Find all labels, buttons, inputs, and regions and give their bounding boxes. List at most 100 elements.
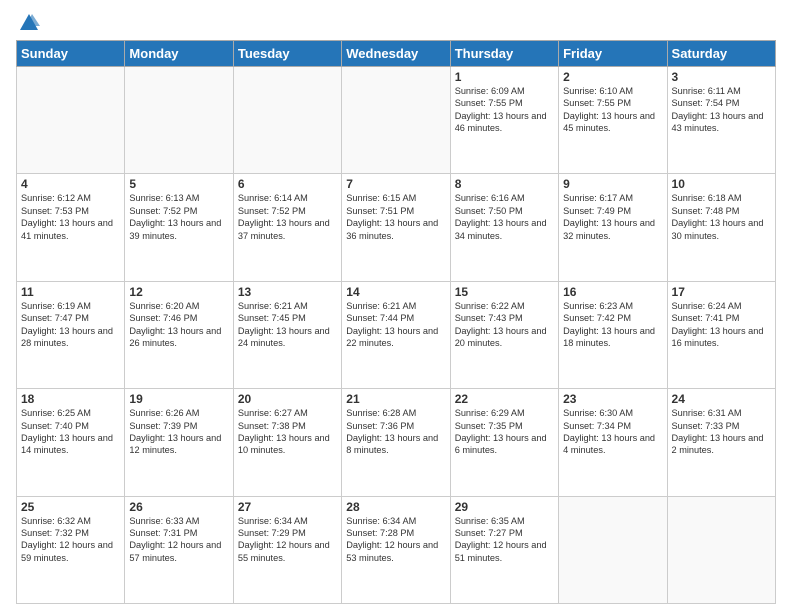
calendar-week-2: 4Sunrise: 6:12 AMSunset: 7:53 PMDaylight… [17, 174, 776, 281]
day-number: 29 [455, 500, 554, 514]
calendar-cell: 20Sunrise: 6:27 AMSunset: 7:38 PMDayligh… [233, 389, 341, 496]
day-info: Sunrise: 6:18 AMSunset: 7:48 PMDaylight:… [672, 192, 771, 242]
day-number: 17 [672, 285, 771, 299]
calendar-cell: 8Sunrise: 6:16 AMSunset: 7:50 PMDaylight… [450, 174, 558, 281]
day-number: 23 [563, 392, 662, 406]
calendar-cell: 15Sunrise: 6:22 AMSunset: 7:43 PMDayligh… [450, 281, 558, 388]
calendar-cell [342, 67, 450, 174]
day-number: 22 [455, 392, 554, 406]
day-header-wednesday: Wednesday [342, 41, 450, 67]
calendar-cell: 2Sunrise: 6:10 AMSunset: 7:55 PMDaylight… [559, 67, 667, 174]
calendar-week-1: 1Sunrise: 6:09 AMSunset: 7:55 PMDaylight… [17, 67, 776, 174]
day-info: Sunrise: 6:32 AMSunset: 7:32 PMDaylight:… [21, 515, 120, 565]
day-info: Sunrise: 6:15 AMSunset: 7:51 PMDaylight:… [346, 192, 445, 242]
calendar-cell: 5Sunrise: 6:13 AMSunset: 7:52 PMDaylight… [125, 174, 233, 281]
calendar-cell [125, 67, 233, 174]
calendar-cell: 21Sunrise: 6:28 AMSunset: 7:36 PMDayligh… [342, 389, 450, 496]
calendar-cell: 7Sunrise: 6:15 AMSunset: 7:51 PMDaylight… [342, 174, 450, 281]
calendar-cell: 9Sunrise: 6:17 AMSunset: 7:49 PMDaylight… [559, 174, 667, 281]
day-number: 9 [563, 177, 662, 191]
logo [16, 12, 40, 34]
day-number: 16 [563, 285, 662, 299]
day-info: Sunrise: 6:12 AMSunset: 7:53 PMDaylight:… [21, 192, 120, 242]
day-number: 1 [455, 70, 554, 84]
calendar-cell: 3Sunrise: 6:11 AMSunset: 7:54 PMDaylight… [667, 67, 775, 174]
calendar-cell: 14Sunrise: 6:21 AMSunset: 7:44 PMDayligh… [342, 281, 450, 388]
day-number: 2 [563, 70, 662, 84]
calendar-cell [667, 496, 775, 603]
day-info: Sunrise: 6:21 AMSunset: 7:44 PMDaylight:… [346, 300, 445, 350]
day-number: 11 [21, 285, 120, 299]
day-number: 4 [21, 177, 120, 191]
day-info: Sunrise: 6:26 AMSunset: 7:39 PMDaylight:… [129, 407, 228, 457]
calendar-cell: 19Sunrise: 6:26 AMSunset: 7:39 PMDayligh… [125, 389, 233, 496]
day-number: 21 [346, 392, 445, 406]
calendar-cell: 18Sunrise: 6:25 AMSunset: 7:40 PMDayligh… [17, 389, 125, 496]
calendar-cell: 11Sunrise: 6:19 AMSunset: 7:47 PMDayligh… [17, 281, 125, 388]
day-number: 3 [672, 70, 771, 84]
calendar-cell: 12Sunrise: 6:20 AMSunset: 7:46 PMDayligh… [125, 281, 233, 388]
day-info: Sunrise: 6:25 AMSunset: 7:40 PMDaylight:… [21, 407, 120, 457]
day-info: Sunrise: 6:30 AMSunset: 7:34 PMDaylight:… [563, 407, 662, 457]
calendar-cell: 4Sunrise: 6:12 AMSunset: 7:53 PMDaylight… [17, 174, 125, 281]
day-info: Sunrise: 6:09 AMSunset: 7:55 PMDaylight:… [455, 85, 554, 135]
day-number: 20 [238, 392, 337, 406]
day-info: Sunrise: 6:28 AMSunset: 7:36 PMDaylight:… [346, 407, 445, 457]
calendar-cell: 24Sunrise: 6:31 AMSunset: 7:33 PMDayligh… [667, 389, 775, 496]
day-number: 18 [21, 392, 120, 406]
day-number: 13 [238, 285, 337, 299]
calendar-cell: 27Sunrise: 6:34 AMSunset: 7:29 PMDayligh… [233, 496, 341, 603]
day-info: Sunrise: 6:22 AMSunset: 7:43 PMDaylight:… [455, 300, 554, 350]
calendar-cell: 6Sunrise: 6:14 AMSunset: 7:52 PMDaylight… [233, 174, 341, 281]
day-header-thursday: Thursday [450, 41, 558, 67]
calendar-cell [559, 496, 667, 603]
calendar-cell [233, 67, 341, 174]
day-info: Sunrise: 6:34 AMSunset: 7:28 PMDaylight:… [346, 515, 445, 565]
day-number: 25 [21, 500, 120, 514]
day-info: Sunrise: 6:16 AMSunset: 7:50 PMDaylight:… [455, 192, 554, 242]
day-number: 24 [672, 392, 771, 406]
day-info: Sunrise: 6:23 AMSunset: 7:42 PMDaylight:… [563, 300, 662, 350]
day-number: 28 [346, 500, 445, 514]
day-number: 7 [346, 177, 445, 191]
day-header-tuesday: Tuesday [233, 41, 341, 67]
day-header-saturday: Saturday [667, 41, 775, 67]
calendar-cell: 13Sunrise: 6:21 AMSunset: 7:45 PMDayligh… [233, 281, 341, 388]
day-info: Sunrise: 6:24 AMSunset: 7:41 PMDaylight:… [672, 300, 771, 350]
day-info: Sunrise: 6:31 AMSunset: 7:33 PMDaylight:… [672, 407, 771, 457]
page: SundayMondayTuesdayWednesdayThursdayFrid… [0, 0, 792, 612]
day-number: 15 [455, 285, 554, 299]
calendar-cell: 22Sunrise: 6:29 AMSunset: 7:35 PMDayligh… [450, 389, 558, 496]
day-number: 6 [238, 177, 337, 191]
day-header-sunday: Sunday [17, 41, 125, 67]
calendar-cell: 10Sunrise: 6:18 AMSunset: 7:48 PMDayligh… [667, 174, 775, 281]
calendar-cell: 25Sunrise: 6:32 AMSunset: 7:32 PMDayligh… [17, 496, 125, 603]
calendar-cell: 17Sunrise: 6:24 AMSunset: 7:41 PMDayligh… [667, 281, 775, 388]
day-number: 26 [129, 500, 228, 514]
day-info: Sunrise: 6:29 AMSunset: 7:35 PMDaylight:… [455, 407, 554, 457]
calendar-cell: 26Sunrise: 6:33 AMSunset: 7:31 PMDayligh… [125, 496, 233, 603]
day-number: 10 [672, 177, 771, 191]
day-info: Sunrise: 6:33 AMSunset: 7:31 PMDaylight:… [129, 515, 228, 565]
calendar-header-row: SundayMondayTuesdayWednesdayThursdayFrid… [17, 41, 776, 67]
calendar-cell: 29Sunrise: 6:35 AMSunset: 7:27 PMDayligh… [450, 496, 558, 603]
calendar-cell: 28Sunrise: 6:34 AMSunset: 7:28 PMDayligh… [342, 496, 450, 603]
header [16, 12, 776, 34]
day-number: 5 [129, 177, 228, 191]
day-number: 8 [455, 177, 554, 191]
calendar-week-3: 11Sunrise: 6:19 AMSunset: 7:47 PMDayligh… [17, 281, 776, 388]
logo-icon [18, 12, 40, 34]
day-info: Sunrise: 6:19 AMSunset: 7:47 PMDaylight:… [21, 300, 120, 350]
day-info: Sunrise: 6:17 AMSunset: 7:49 PMDaylight:… [563, 192, 662, 242]
day-info: Sunrise: 6:13 AMSunset: 7:52 PMDaylight:… [129, 192, 228, 242]
day-info: Sunrise: 6:35 AMSunset: 7:27 PMDaylight:… [455, 515, 554, 565]
day-info: Sunrise: 6:21 AMSunset: 7:45 PMDaylight:… [238, 300, 337, 350]
day-info: Sunrise: 6:10 AMSunset: 7:55 PMDaylight:… [563, 85, 662, 135]
day-number: 14 [346, 285, 445, 299]
calendar-cell: 23Sunrise: 6:30 AMSunset: 7:34 PMDayligh… [559, 389, 667, 496]
day-number: 12 [129, 285, 228, 299]
day-info: Sunrise: 6:34 AMSunset: 7:29 PMDaylight:… [238, 515, 337, 565]
calendar-cell [17, 67, 125, 174]
day-info: Sunrise: 6:20 AMSunset: 7:46 PMDaylight:… [129, 300, 228, 350]
day-number: 27 [238, 500, 337, 514]
